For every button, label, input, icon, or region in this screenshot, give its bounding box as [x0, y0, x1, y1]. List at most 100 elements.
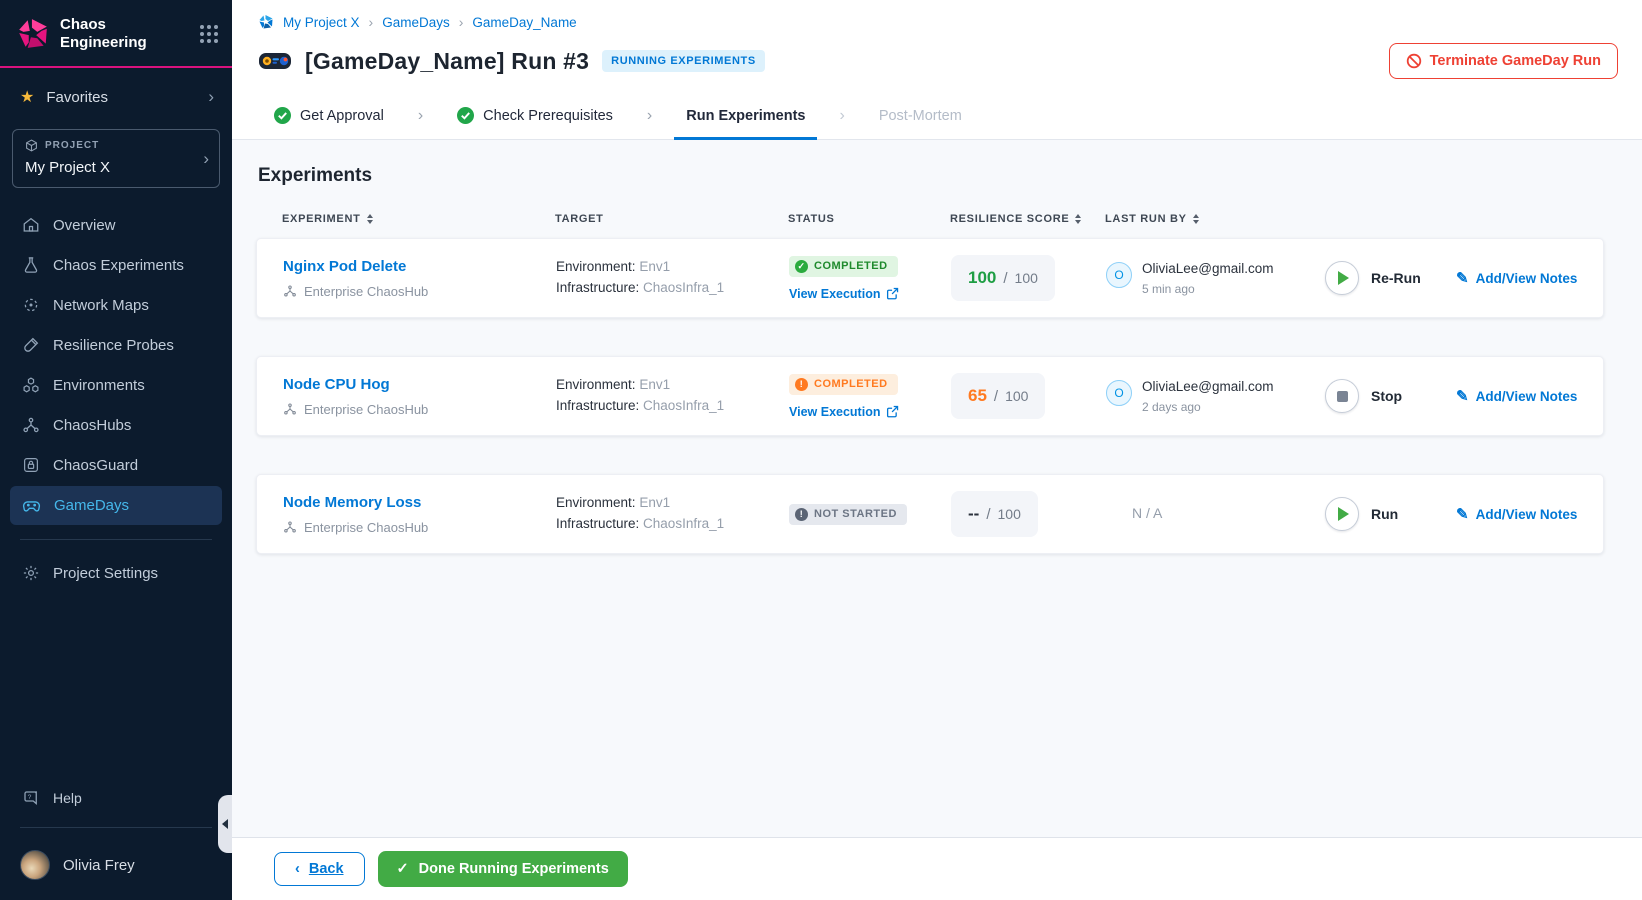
step-post-mortem[interactable]: Post-Mortem — [867, 94, 974, 139]
sidebar-item-network-maps[interactable]: Network Maps — [10, 286, 222, 324]
column-header-last-run-by[interactable]: LAST RUN BY — [1105, 213, 1324, 225]
action-label: Run — [1371, 506, 1399, 522]
star-icon: ★ — [20, 89, 35, 106]
lock-icon — [24, 458, 38, 472]
sidebar-item-chaos-experiments[interactable]: Chaos Experiments — [10, 246, 222, 284]
breadcrumb-item-project[interactable]: My Project X — [283, 15, 360, 30]
check-icon: ✓ — [396, 861, 409, 877]
content-area: Experiments EXPERIMENT TARGET STATUS RES… — [232, 140, 1642, 837]
view-execution-link[interactable]: View Execution — [789, 287, 899, 301]
status-cell: ! NOT STARTED — [789, 503, 951, 525]
status-pill: ! NOT STARTED — [789, 503, 907, 525]
runner-avatar: O — [1106, 261, 1132, 288]
sidebar-item-help[interactable]: ? Help — [0, 777, 232, 819]
sidebar-nav: Overview Chaos Experiments Network Maps … — [0, 206, 232, 525]
run-button[interactable] — [1325, 497, 1359, 531]
step-label: Run Experiments — [686, 107, 806, 124]
add-view-notes-link[interactable]: ✎ Add/View Notes — [1456, 387, 1603, 405]
sidebar-collapse-handle[interactable] — [218, 795, 232, 853]
experiment-cell: Node Memory Loss Enterprise ChaosHub — [283, 494, 556, 535]
target-cell: Environment: Env1 Infrastructure: ChaosI… — [556, 377, 725, 413]
step-label: Post-Mortem — [878, 107, 962, 124]
project-selector[interactable]: PROJECT My Project X › — [12, 129, 220, 188]
back-button[interactable]: ‹ Back — [274, 852, 365, 886]
sidebar-item-chaosguard[interactable]: ChaosGuard — [10, 446, 222, 484]
sort-icon — [366, 214, 373, 224]
sidebar-item-overview[interactable]: Overview — [10, 206, 222, 244]
column-header-status: STATUS — [788, 213, 835, 225]
sidebar: Chaos Engineering ★ Favorites › PROJECT … — [0, 0, 232, 900]
experiment-link[interactable]: Node Memory Loss — [283, 494, 556, 511]
brand-header: Chaos Engineering — [0, 0, 232, 66]
done-running-experiments-button[interactable]: ✓ Done Running Experiments — [377, 851, 628, 887]
sidebar-item-resilience-probes[interactable]: Resilience Probes — [10, 326, 222, 364]
view-execution-link[interactable]: View Execution — [789, 405, 899, 419]
sidebar-divider — [20, 539, 212, 540]
sidebar-item-environments[interactable]: Environments — [10, 366, 222, 404]
experiment-link[interactable]: Nginx Pod Delete — [283, 258, 556, 275]
sidebar-item-favorites[interactable]: ★ Favorites › — [0, 68, 232, 121]
help-chat-icon: ? — [24, 791, 37, 806]
breadcrumb-item-gamedays[interactable]: GameDays — [382, 15, 450, 30]
action-label: Stop — [1371, 388, 1403, 404]
sidebar-item-gamedays[interactable]: GameDays — [10, 486, 222, 525]
title-row: [GameDay_Name] Run #3 RUNNING EXPERIMENT… — [258, 43, 1618, 79]
column-header-resilience-score[interactable]: RESILIENCE SCORE — [950, 213, 1105, 225]
module-icon — [259, 15, 273, 29]
gameday-icon — [259, 53, 291, 69]
experiment-cell: Node CPU Hog Enterprise ChaosHub — [283, 376, 556, 417]
sidebar-item-label: Network Maps — [53, 296, 149, 314]
prohibit-icon — [1406, 53, 1421, 69]
status-pill: ! COMPLETED — [789, 373, 898, 395]
avatar — [20, 850, 50, 880]
footer-actions: ‹ Back ✓ Done Running Experiments — [232, 837, 1642, 900]
step-check-prerequisites[interactable]: Check Prerequisites — [445, 93, 625, 139]
page-header: My Project X › GameDays › GameDay_Name [… — [232, 0, 1642, 79]
step-get-approval[interactable]: Get Approval — [262, 93, 396, 139]
runner-time: 5 min ago — [1142, 281, 1195, 296]
terminate-gameday-button[interactable]: Terminate GameDay Run — [1388, 43, 1618, 79]
sidebar-item-chaoshubs[interactable]: ChaosHubs — [10, 406, 222, 444]
sidebar-item-label: Environments — [53, 376, 145, 394]
status-pill: ✓ COMPLETED — [789, 255, 898, 277]
sidebar-item-label: ChaosHubs — [53, 416, 132, 434]
table-row: Node CPU Hog Enterprise ChaosHub Environ… — [256, 356, 1604, 436]
add-view-notes-link[interactable]: ✎ Add/View Notes — [1456, 505, 1603, 523]
pencil-icon: ✎ — [1456, 388, 1469, 405]
help-label: Help — [53, 790, 82, 806]
flask-icon — [24, 257, 38, 273]
status-badge: RUNNING EXPERIMENTS — [602, 50, 765, 72]
collapse-arrow-icon — [222, 819, 228, 829]
done-label: Done Running Experiments — [418, 861, 609, 877]
hub-icon — [284, 521, 296, 533]
action-cell: Stop — [1325, 379, 1456, 413]
svg-text:?: ? — [28, 794, 32, 801]
rerun-button[interactable] — [1325, 261, 1359, 295]
hub-icon — [284, 403, 296, 415]
score-max: 100 — [1014, 270, 1038, 286]
experiment-link[interactable]: Node CPU Hog — [283, 376, 556, 393]
user-name: Olivia Frey — [63, 856, 135, 874]
user-menu[interactable]: Olivia Frey — [0, 836, 232, 900]
column-header-experiment[interactable]: EXPERIMENT — [282, 213, 555, 225]
play-icon — [1338, 271, 1349, 285]
pencil-icon: ✎ — [1456, 270, 1469, 287]
external-link-icon — [887, 405, 899, 418]
chevron-right-icon: › — [839, 107, 845, 124]
chevron-right-icon: › — [203, 148, 209, 168]
sidebar-item-project-settings[interactable]: Project Settings — [10, 554, 222, 592]
resilience-score: 65 / 100 — [951, 373, 1046, 419]
breadcrumb-item-gameday-name[interactable]: GameDay_Name — [472, 15, 576, 30]
app-grid-icon[interactable] — [200, 25, 218, 43]
sidebar-item-label: Project Settings — [53, 564, 159, 582]
score-value: 65 — [968, 386, 987, 405]
runner-email: OliviaLee@gmail.com — [1142, 260, 1274, 276]
environments-icon — [23, 377, 39, 393]
page-title: [GameDay_Name] Run #3 — [305, 47, 590, 74]
add-view-notes-link[interactable]: ✎ Add/View Notes — [1456, 269, 1603, 287]
gamepad-icon — [22, 501, 41, 512]
resilience-score: -- / 100 — [951, 491, 1038, 537]
stop-button[interactable] — [1325, 379, 1359, 413]
step-run-experiments[interactable]: Run Experiments — [674, 94, 818, 140]
